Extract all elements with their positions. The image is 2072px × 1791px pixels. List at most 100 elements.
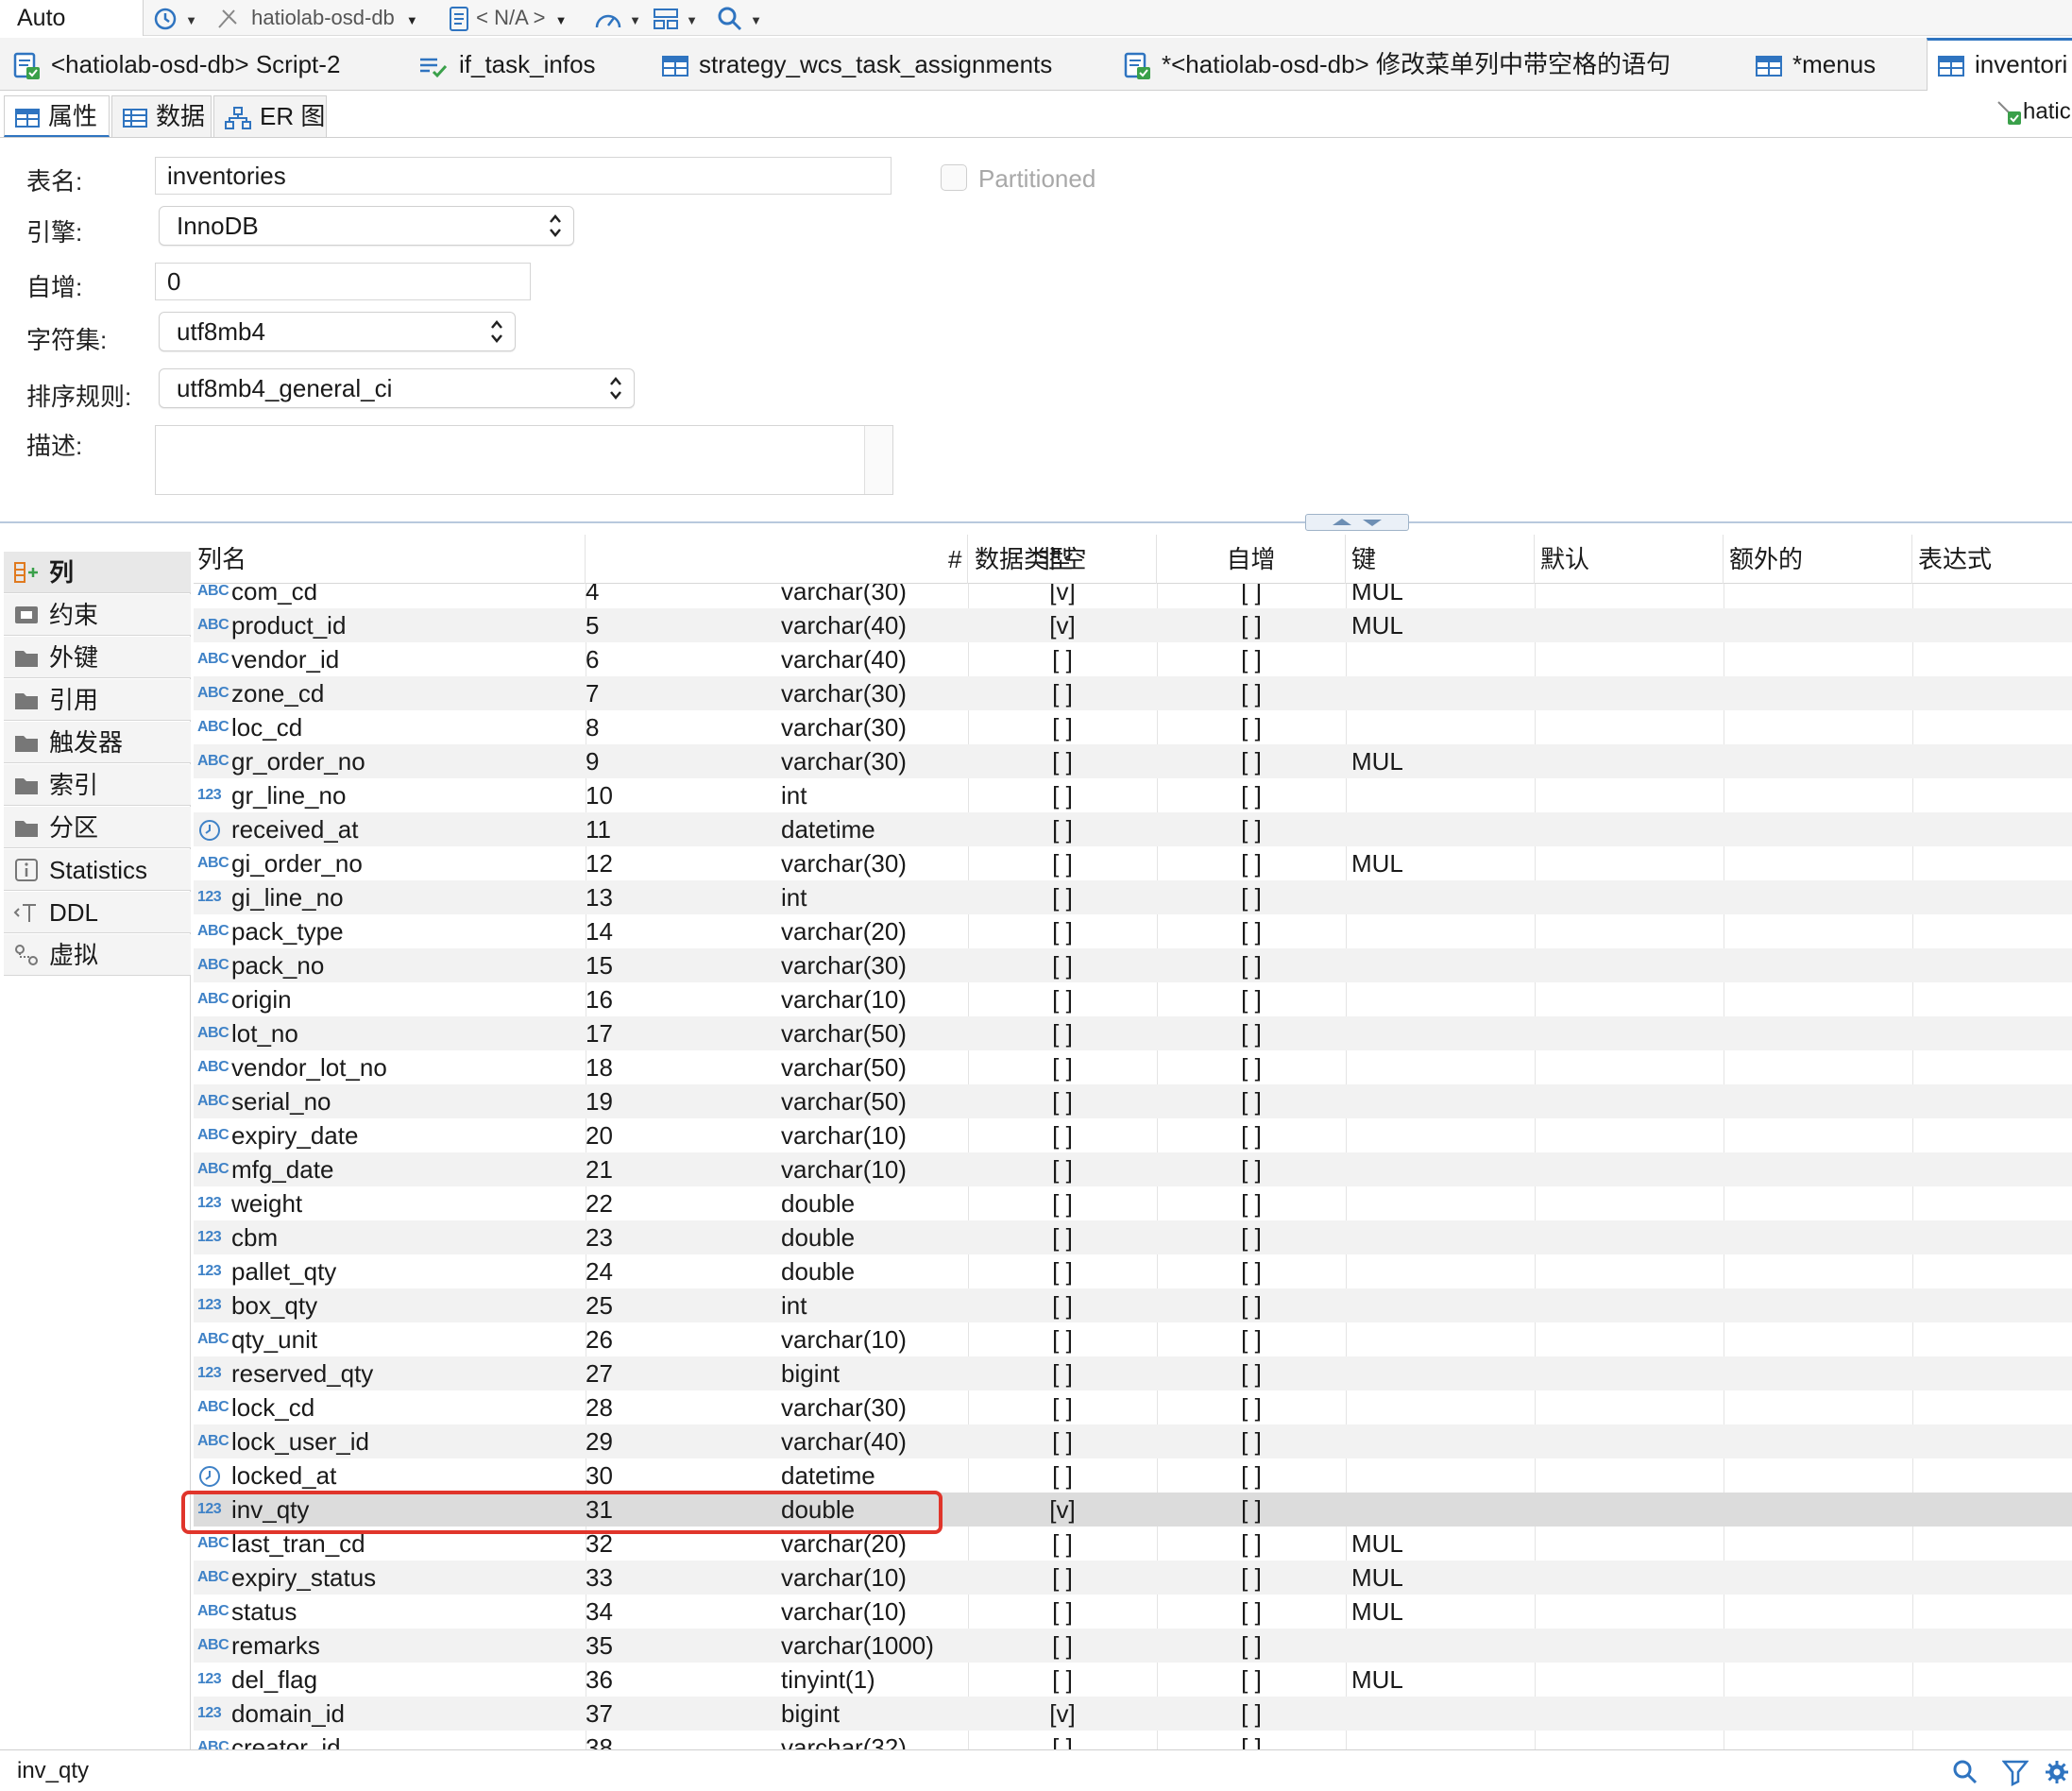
column-row[interactable]: 123 gi_line_no 13 int [ ][ ] (194, 880, 2072, 914)
column-row[interactable]: ABC expiry_date 20 varchar(10) [ ][ ] (194, 1118, 2072, 1152)
not-null-cell[interactable]: [ ] (968, 778, 1157, 812)
data-type-cell[interactable]: varchar(10) (781, 982, 907, 1016)
data-type-cell[interactable]: varchar(30) (781, 1390, 907, 1424)
column-name-cell[interactable]: mfg_date (231, 1152, 333, 1186)
column-row[interactable]: ABC remarks 35 varchar(1000)[ ][ ] (194, 1629, 2072, 1663)
column-row[interactable]: ABC pack_no 15 varchar(30) [ ][ ] (194, 948, 2072, 982)
not-null-cell[interactable]: [ ] (968, 1356, 1157, 1390)
auto-increment-cell[interactable]: [ ] (1157, 914, 1346, 948)
tab-data[interactable]: 数据 (111, 95, 212, 137)
data-type-cell[interactable]: varchar(40) (781, 1424, 907, 1458)
column-name-cell[interactable]: gi_line_no (231, 880, 344, 914)
not-null-cell[interactable]: [ ] (968, 1118, 1157, 1152)
column-name-cell[interactable]: gr_line_no (231, 778, 346, 812)
not-null-cell[interactable]: [v] (968, 1492, 1157, 1527)
column-name-cell[interactable]: com_cd (231, 584, 317, 608)
column-row[interactable]: ABC com_cd 4 varchar(30) [v][ ] MUL (194, 584, 2072, 608)
column-row[interactable]: ABC serial_no 19 varchar(50) [ ][ ] (194, 1084, 2072, 1118)
nav-ddl[interactable]: DDL (4, 892, 191, 933)
column-row[interactable]: 123 gr_line_no 10 int [ ][ ] (194, 778, 2072, 812)
auto-increment-cell[interactable]: [ ] (1157, 1118, 1346, 1152)
nav-columns[interactable]: 列 (4, 552, 191, 593)
column-row[interactable]: ABC lock_cd 28 varchar(30) [ ][ ] (194, 1390, 2072, 1424)
data-type-cell[interactable]: varchar(10) (781, 1152, 907, 1186)
not-null-cell[interactable]: [v] (968, 608, 1157, 642)
not-null-cell[interactable]: [ ] (968, 1629, 1157, 1663)
data-type-cell[interactable]: varchar(50) (781, 1016, 907, 1050)
auto-increment-cell[interactable]: [ ] (1157, 1152, 1346, 1186)
column-row[interactable]: ABC mfg_date 21 varchar(10) [ ][ ] (194, 1152, 2072, 1186)
column-name-cell[interactable]: reserved_qty (231, 1356, 373, 1390)
data-type-cell[interactable]: varchar(10) (781, 1595, 907, 1629)
not-null-cell[interactable]: [ ] (968, 982, 1157, 1016)
auto-increment-cell[interactable]: [ ] (1157, 676, 1346, 710)
data-type-cell[interactable]: varchar(30) (781, 846, 907, 880)
column-name-cell[interactable]: zone_cd (231, 676, 324, 710)
column-name-cell[interactable]: product_id (231, 608, 346, 642)
not-null-cell[interactable]: [ ] (968, 1595, 1157, 1629)
column-row[interactable]: ABC product_id 5 varchar(40) [v][ ] MUL (194, 608, 2072, 642)
nav-triggers[interactable]: 触发器 (4, 722, 191, 763)
table-name-input[interactable]: inventories (155, 157, 892, 195)
auto-increment-cell[interactable]: [ ] (1157, 982, 1346, 1016)
editor-tab-script-2[interactable]: <hatiolab-osd-db> Script-2 (13, 38, 340, 91)
not-null-cell[interactable]: [ ] (968, 676, 1157, 710)
column-name-cell[interactable]: locked_at (231, 1458, 336, 1492)
header-auto-increment[interactable]: 自增 (1157, 535, 1346, 584)
column-name-cell[interactable]: pallet_qty (231, 1254, 336, 1288)
not-null-cell[interactable]: [ ] (968, 1527, 1157, 1561)
auto-increment-cell[interactable]: [ ] (1157, 948, 1346, 982)
data-type-cell[interactable]: varchar(1000) (781, 1629, 934, 1663)
auto-increment-cell[interactable]: [ ] (1157, 812, 1346, 846)
not-null-cell[interactable]: [ ] (968, 1731, 1157, 1749)
column-name-cell[interactable]: pack_no (231, 948, 324, 982)
nav-constraints[interactable]: 约束 (4, 594, 191, 636)
data-type-cell[interactable]: bigint (781, 1356, 840, 1390)
column-name-cell[interactable]: loc_cd (231, 710, 302, 744)
column-row[interactable]: ABC gi_order_no 12 varchar(30)[ ][ ] MUL (194, 846, 2072, 880)
column-row[interactable]: ABC status 34 varchar(10)[ ][ ] MUL (194, 1595, 2072, 1629)
not-null-cell[interactable]: [ ] (968, 1186, 1157, 1220)
not-null-cell[interactable]: [ ] (968, 948, 1157, 982)
auto-increment-cell[interactable]: [ ] (1157, 846, 1346, 880)
data-type-cell[interactable]: varchar(10) (781, 1322, 907, 1356)
nav-references[interactable]: 引用 (4, 679, 191, 721)
data-type-cell[interactable]: varchar(30) (781, 744, 907, 778)
data-type-cell[interactable]: varchar(32) (781, 1731, 907, 1749)
charset-select[interactable]: utf8mb4 (159, 312, 516, 351)
column-name-cell[interactable]: serial_no (231, 1084, 331, 1118)
nav-virtual[interactable]: 虚拟 (4, 934, 191, 976)
not-null-cell[interactable]: [v] (968, 584, 1157, 608)
column-name-cell[interactable]: expiry_status (231, 1561, 376, 1595)
schema-selector[interactable]: < N/A > ▼ (448, 0, 568, 36)
not-null-cell[interactable]: [ ] (968, 1663, 1157, 1697)
column-row[interactable]: ABC qty_unit 26 varchar(10) [ ][ ] (194, 1322, 2072, 1356)
column-row[interactable]: ABC creator_id 38 varchar(32) [ ][ ] (194, 1731, 2072, 1749)
auto-increment-cell[interactable]: [ ] (1157, 1492, 1346, 1527)
auto-increment-cell[interactable]: [ ] (1157, 1663, 1346, 1697)
data-type-cell[interactable]: int (781, 778, 807, 812)
column-name-cell[interactable]: expiry_date (231, 1118, 358, 1152)
history-button[interactable]: ▼ (151, 0, 197, 36)
data-type-cell[interactable]: datetime (781, 1458, 875, 1492)
column-row[interactable]: 123 pallet_qty 24 double [ ][ ] (194, 1254, 2072, 1288)
search-icon[interactable] (1951, 1758, 1979, 1786)
dashboard-button[interactable]: ▼ (593, 0, 641, 36)
column-name-cell[interactable]: gr_order_no (231, 744, 365, 778)
column-name-cell[interactable]: lock_user_id (231, 1424, 369, 1458)
column-name-cell[interactable]: domain_id (231, 1697, 345, 1731)
column-name-cell[interactable]: vendor_id (231, 642, 339, 676)
column-row[interactable]: ABC lock_user_id 29 varchar(40) [ ][ ] (194, 1424, 2072, 1458)
not-null-cell[interactable]: [ ] (968, 1220, 1157, 1254)
auto-increment-cell[interactable]: [ ] (1157, 1731, 1346, 1749)
column-row[interactable]: 123 weight 22 double [ ][ ] (194, 1186, 2072, 1220)
data-type-cell[interactable]: double (781, 1254, 855, 1288)
collation-select[interactable]: utf8mb4_general_ci (159, 368, 635, 408)
data-type-cell[interactable]: varchar(50) (781, 1084, 907, 1118)
column-name-cell[interactable]: pack_type (231, 914, 344, 948)
not-null-cell[interactable]: [ ] (968, 1424, 1157, 1458)
tab-properties[interactable]: 属性 (4, 95, 110, 137)
not-null-cell[interactable]: [ ] (968, 642, 1157, 676)
data-type-cell[interactable]: tinyint(1) (781, 1663, 875, 1697)
column-row[interactable]: 123 del_flag 36 tinyint(1)[ ][ ] MUL (194, 1663, 2072, 1697)
